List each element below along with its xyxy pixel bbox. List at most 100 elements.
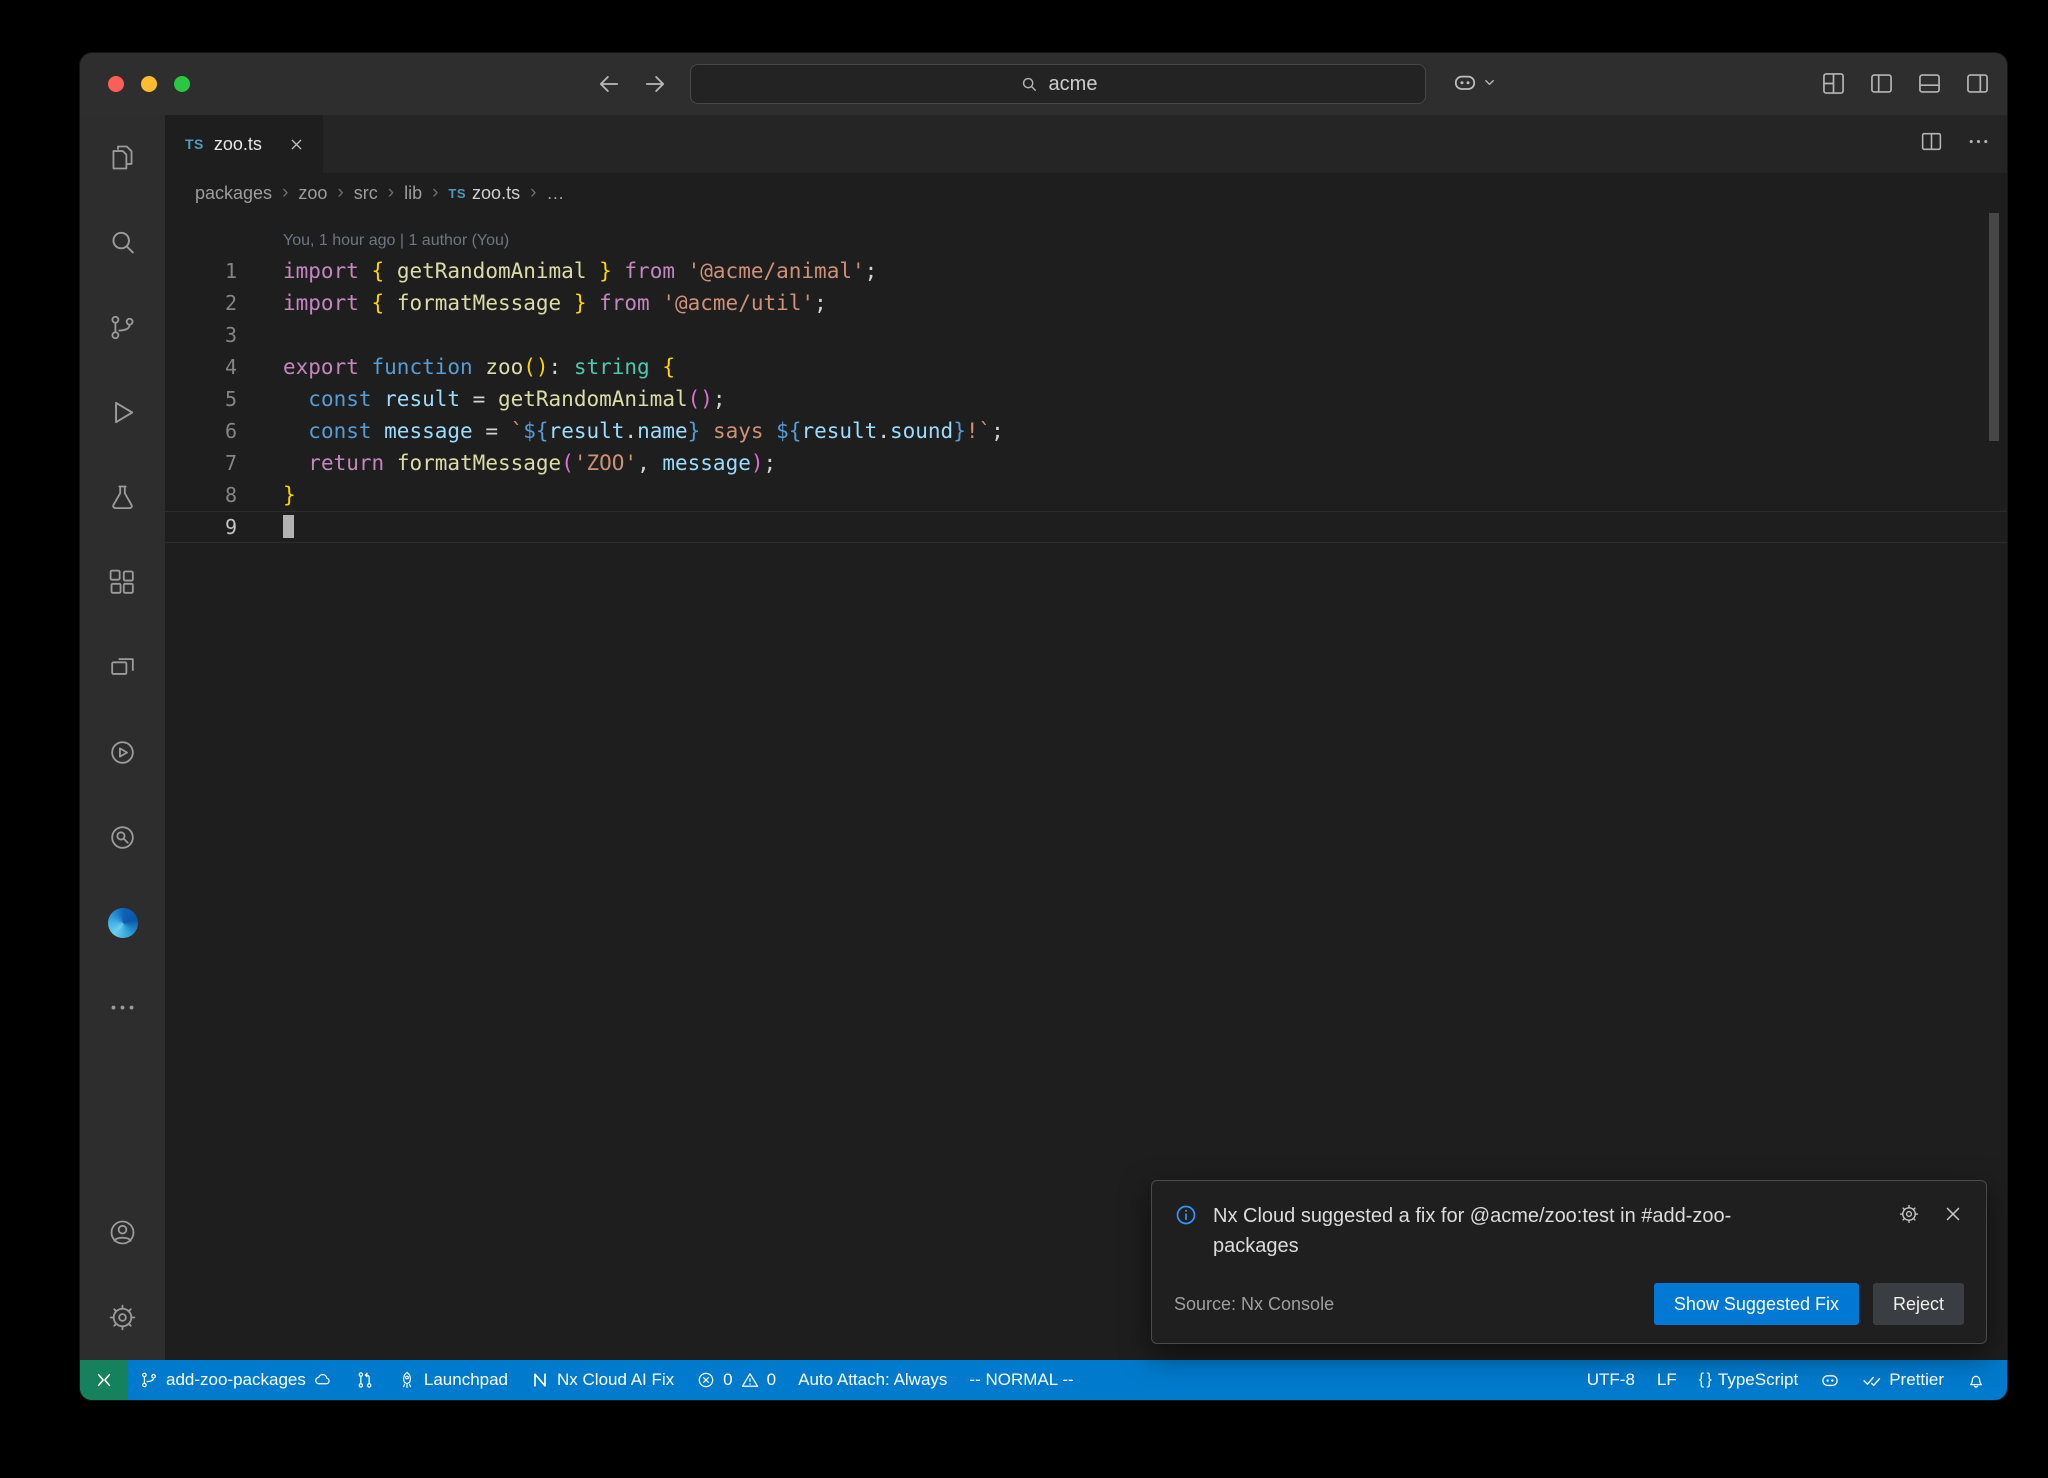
go-forward-button[interactable] [641, 70, 669, 98]
code-token[interactable]: ; [991, 419, 1004, 443]
code-token[interactable]: import [283, 259, 372, 283]
code-token[interactable]: ) [751, 451, 764, 475]
code-token[interactable]: () [523, 355, 548, 379]
settings-gear-icon[interactable] [106, 1301, 139, 1334]
search-sidebar-icon[interactable] [106, 226, 139, 259]
run-debug-icon[interactable] [106, 396, 139, 429]
code-token[interactable]: export [283, 355, 372, 379]
editor-scrollbar[interactable] [1989, 213, 1999, 441]
line-number[interactable]: 4 [165, 351, 237, 383]
code-line[interactable]: 2import { formatMessage } from '@acme/ut… [165, 287, 2007, 319]
code-line[interactable]: 7 return formatMessage('ZOO', message); [165, 447, 2007, 479]
vim-mode-status[interactable]: -- NORMAL -- [958, 1360, 1084, 1400]
code-line-content[interactable] [237, 319, 283, 351]
code-token[interactable]: from [612, 259, 688, 283]
accounts-icon[interactable] [106, 1216, 139, 1249]
tab-zoo-ts[interactable]: TS zoo.ts [165, 115, 324, 173]
code-token[interactable]: ; [814, 291, 827, 315]
code-token[interactable]: message [662, 451, 751, 475]
code-token[interactable]: getRandomAnimal [498, 387, 688, 411]
explorer-icon[interactable] [106, 141, 139, 174]
code-token[interactable]: zoo [485, 355, 523, 379]
line-number[interactable]: 2 [165, 287, 237, 319]
code-token[interactable]: { [372, 259, 385, 283]
code-token[interactable]: : [549, 355, 574, 379]
code-token[interactable]: { [372, 291, 385, 315]
code-line-content[interactable]: return formatMessage('ZOO', message); [237, 447, 776, 479]
code-token[interactable]: } [688, 419, 701, 443]
extensions-icon[interactable] [106, 566, 139, 599]
code-token[interactable] [650, 355, 663, 379]
code-token[interactable]: function [372, 355, 486, 379]
notification-close-button[interactable] [1942, 1203, 1964, 1230]
devtools-inspect-icon[interactable] [106, 821, 139, 854]
code-token[interactable] [283, 419, 308, 443]
code-token[interactable]: formatMessage [384, 291, 574, 315]
breadcrumb-packages[interactable]: packages [195, 183, 272, 204]
copilot-status[interactable] [1809, 1360, 1851, 1400]
command-center-search[interactable]: acme [690, 64, 1426, 104]
code-token[interactable]: = [485, 419, 510, 443]
line-number[interactable]: 5 [165, 383, 237, 415]
git-branch-status[interactable]: add-zoo-packages [128, 1360, 344, 1400]
code-token[interactable]: message [384, 419, 485, 443]
code-token[interactable]: 'ZOO' [574, 451, 637, 475]
nx-console-icon[interactable] [106, 736, 139, 769]
breadcrumb-symbol[interactable]: … [546, 183, 564, 204]
notification-settings-button[interactable] [1898, 1203, 1920, 1230]
code-line-content[interactable]: import { formatMessage } from '@acme/uti… [237, 287, 827, 319]
remote-indicator[interactable] [80, 1360, 128, 1400]
code-line[interactable]: 9 [165, 511, 2007, 543]
code-token[interactable] [283, 387, 308, 411]
close-tab-button[interactable] [288, 136, 305, 153]
code-token[interactable]: ${ [523, 419, 548, 443]
code-token[interactable]: formatMessage [397, 451, 561, 475]
code-token[interactable]: = [473, 387, 498, 411]
launchpad-status[interactable]: Launchpad [386, 1360, 519, 1400]
pull-request-status[interactable] [344, 1360, 386, 1400]
line-number[interactable]: 7 [165, 447, 237, 479]
breadcrumb-src[interactable]: src [354, 183, 378, 204]
code-line-content[interactable]: } [237, 479, 296, 511]
eol-status[interactable]: LF [1646, 1360, 1688, 1400]
breadcrumb-lib[interactable]: lib [404, 183, 422, 204]
code-token[interactable]: '@acme/animal' [688, 259, 865, 283]
code-token[interactable]: ` [511, 419, 524, 443]
code-line-content[interactable]: export function zoo(): string { [237, 351, 675, 383]
code-token[interactable]: getRandomAnimal [384, 259, 599, 283]
line-number[interactable]: 6 [165, 415, 237, 447]
more-actions-button[interactable] [1966, 129, 1991, 159]
code-token[interactable]: ${ [776, 419, 801, 443]
code-token[interactable]: . [624, 419, 637, 443]
language-status[interactable]: { } TypeScript [1688, 1360, 1809, 1400]
code-line-content[interactable]: const result = getRandomAnimal(); [237, 383, 726, 415]
remote-explorer-icon[interactable] [106, 651, 139, 684]
code-token[interactable]: '@acme/util' [662, 291, 814, 315]
problems-status[interactable]: 0 0 [685, 1360, 787, 1400]
code-token[interactable]: name [637, 419, 688, 443]
breadcrumb-zoo[interactable]: zoo [298, 183, 327, 204]
show-suggested-fix-button[interactable]: Show Suggested Fix [1654, 1283, 1859, 1325]
copilot-menu-button[interactable] [1452, 69, 1497, 95]
code-line[interactable]: 1import { getRandomAnimal } from '@acme/… [165, 255, 2007, 287]
code-token[interactable]: return [308, 451, 397, 475]
code-token[interactable]: const [308, 419, 384, 443]
code-token[interactable]: () [688, 387, 713, 411]
more-views-icon[interactable] [106, 991, 139, 1024]
code-line[interactable]: 4export function zoo(): string { [165, 351, 2007, 383]
code-token[interactable]: import [283, 291, 372, 315]
code-token[interactable]: ; [764, 451, 777, 475]
code-token[interactable]: says [700, 419, 776, 443]
code-line[interactable]: 5 const result = getRandomAnimal(); [165, 383, 2007, 415]
code-token[interactable]: result [801, 419, 877, 443]
code-line[interactable]: 3 [165, 319, 2007, 351]
toggle-sidebar-button[interactable] [1868, 70, 1895, 102]
nx-cloud-fix-status[interactable]: Nx Cloud AI Fix [519, 1360, 685, 1400]
line-number[interactable]: 8 [165, 479, 237, 511]
source-control-icon[interactable] [106, 311, 139, 344]
code-token[interactable]: } [599, 259, 612, 283]
go-back-button[interactable] [595, 70, 623, 98]
prettier-status[interactable]: Prettier [1851, 1360, 1955, 1400]
code-token[interactable]: ( [561, 451, 574, 475]
code-line-content[interactable]: import { getRandomAnimal } from '@acme/a… [237, 255, 877, 287]
